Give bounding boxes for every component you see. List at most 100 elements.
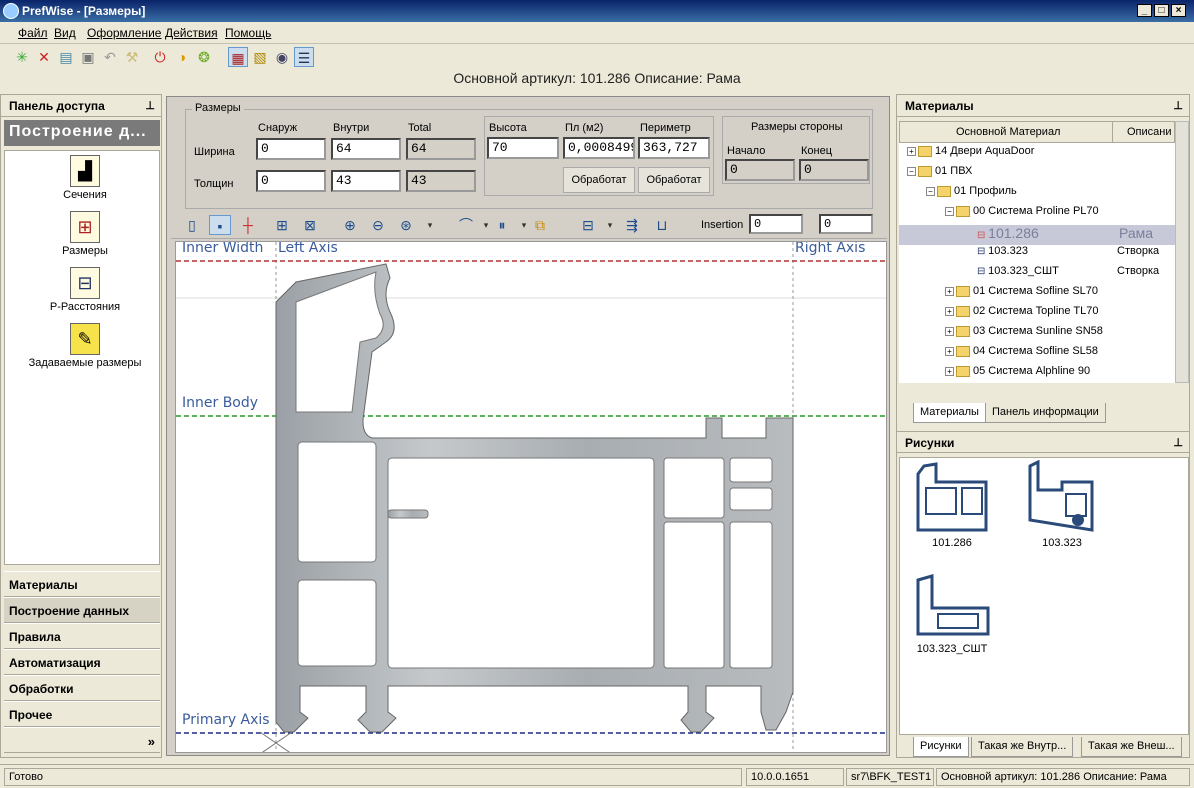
nav-automation[interactable]: Автоматизация — [4, 649, 160, 675]
distribute-icon[interactable]: ⊔ — [651, 215, 673, 235]
nav-rules[interactable]: Правила — [4, 623, 160, 649]
tab-same-inner[interactable]: Такая же Внутр... — [971, 737, 1074, 757]
tree-node[interactable]: −01 ПВХ — [907, 165, 1175, 185]
nav-more-chevron-icon[interactable]: » — [4, 727, 160, 753]
mirror-icon[interactable]: ⏸ — [491, 215, 513, 235]
row-width-label: Ширина — [194, 146, 235, 158]
expand-icon[interactable]: + — [945, 306, 954, 316]
picture-item[interactable]: 103.323_СШТ — [910, 574, 994, 655]
materials-pin-icon[interactable]: ⊥ — [1173, 99, 1183, 112]
col-description[interactable]: Описани — [1112, 122, 1172, 142]
dimension-diagonal-icon[interactable]: ⊠ — [299, 215, 321, 235]
collapse-icon[interactable]: − — [926, 186, 935, 196]
pin-icon[interactable]: ⊥ — [145, 99, 155, 112]
copy-icon[interactable]: ▤ — [56, 47, 76, 67]
sync-icon[interactable]: ❂ — [194, 47, 214, 67]
view-panel-icon[interactable]: ▦ — [228, 47, 248, 67]
save-icon[interactable]: ▣ — [78, 47, 98, 67]
menu-design[interactable]: Оформление — [87, 26, 161, 40]
refresh-icon[interactable]: ◑ — [172, 47, 192, 67]
curve-icon[interactable]: ⌒ — [455, 215, 477, 235]
measure-dropdown-icon[interactable]: ▾ — [599, 215, 621, 235]
zoom-dropdown-icon[interactable]: ▾ — [419, 215, 441, 235]
tree-node[interactable]: ⊟ 103.323 Створка — [899, 245, 1175, 265]
width-outside-field[interactable]: 0 — [256, 138, 326, 160]
tab-info-panel[interactable]: Панель информации — [985, 403, 1106, 423]
profile-thumbnail — [916, 574, 990, 636]
profile-thumbnail — [1028, 459, 1094, 532]
preview-icon[interactable]: ◉ — [272, 47, 292, 67]
item-sections[interactable]: ▟ Сечения — [8, 155, 162, 201]
tree-node[interactable]: ⊟ 103.323_СШТ Створка — [899, 265, 1175, 285]
tab-pictures[interactable]: Рисунки — [913, 737, 969, 757]
tree-node[interactable]: +01 Система Sofline SL70 — [945, 285, 1175, 305]
nav-data-building[interactable]: Построение данных — [4, 597, 160, 623]
tree-view-icon[interactable]: ☰ — [294, 47, 314, 67]
zoom-fit-icon[interactable]: ⊛ — [395, 215, 417, 235]
expand-icon[interactable]: + — [945, 286, 954, 296]
menu-view[interactable]: Вид — [54, 26, 76, 40]
expand-icon[interactable]: + — [907, 146, 916, 156]
expand-icon[interactable]: + — [945, 326, 954, 336]
tree-node[interactable]: −00 Система Proline PL70 — [945, 205, 1175, 225]
process-button-2[interactable]: Обработат — [638, 167, 710, 193]
area-field[interactable]: 0,00084995 — [563, 137, 635, 159]
picture-item[interactable]: 101.286 — [910, 462, 994, 549]
nav-other[interactable]: Прочее — [4, 701, 160, 727]
item-custom-dimensions[interactable]: ✎ Задаваемые размеры — [8, 323, 162, 369]
sections-icon: ▟ — [70, 155, 100, 187]
align-icon[interactable]: ⇶ — [621, 215, 643, 235]
tree-node[interactable]: +02 Система Topline TL70 — [945, 305, 1175, 325]
collapse-icon[interactable]: − — [907, 166, 916, 176]
measure-icon[interactable]: ⊟ — [577, 215, 599, 235]
page-icon[interactable]: ▯ — [181, 215, 203, 235]
tree-node[interactable]: +04 Система Sofline SL58 — [945, 345, 1175, 365]
minimize-button[interactable]: _ — [1137, 4, 1152, 17]
perimeter-field[interactable]: 363,727 — [638, 137, 710, 159]
image-icon[interactable]: ▧ — [250, 47, 270, 67]
delete-icon[interactable]: ✕ — [34, 47, 54, 67]
menu-actions[interactable]: Действия — [165, 26, 218, 40]
thickness-outside-field[interactable]: 0 — [256, 170, 326, 192]
tree-node-selected[interactable]: ⊟ 101.286 Рама — [899, 225, 1175, 245]
process-button-1[interactable]: Обработат — [563, 167, 635, 193]
nav-materials[interactable]: Материалы — [4, 571, 160, 597]
side-dimensions-title: Размеры стороны — [751, 121, 843, 133]
crosshair-icon[interactable]: ┼ — [237, 215, 259, 235]
insertion-field[interactable]: 0 — [749, 214, 803, 234]
close-button[interactable]: × — [1171, 4, 1186, 17]
tree-node[interactable]: +05 Система Alphline 90 — [945, 365, 1175, 383]
expand-icon[interactable]: + — [945, 346, 954, 356]
collapse-icon[interactable]: − — [945, 206, 954, 216]
zoom-in-icon[interactable]: ⊕ — [339, 215, 361, 235]
offset-field[interactable]: 0 — [819, 214, 873, 234]
menu-help[interactable]: Помощь — [225, 26, 271, 40]
item-r-distances[interactable]: ⊟ Р-Расстояния — [8, 267, 162, 313]
dimension-tool-icon[interactable]: ⊞ — [271, 215, 293, 235]
zoom-out-icon[interactable]: ⊖ — [367, 215, 389, 235]
tab-materials[interactable]: Материалы — [913, 403, 986, 423]
thickness-inside-field[interactable]: 43 — [331, 170, 401, 192]
select-segment-icon[interactable]: ▪ — [209, 215, 231, 235]
picture-item[interactable]: 103.323 — [1020, 459, 1104, 549]
tree-node[interactable]: +14 Двери AquaDoor — [907, 145, 1175, 165]
menu-file[interactable]: Файл — [18, 26, 48, 40]
undo-icon[interactable]: ↶ — [100, 47, 120, 67]
nav-processing[interactable]: Обработки — [4, 675, 160, 701]
expand-icon[interactable]: + — [945, 366, 954, 376]
height-field[interactable]: 70 — [487, 137, 559, 159]
profile-canvas[interactable]: Inner Width Left Axis Right Axis Inner B… — [175, 241, 887, 753]
tool-icon[interactable]: ⚒ — [122, 47, 142, 67]
tab-same-outer[interactable]: Такая же Внеш... — [1081, 737, 1182, 757]
tree-node[interactable]: −01 Профиль — [926, 185, 1175, 205]
new-icon[interactable]: ✳ — [12, 47, 32, 67]
width-inside-field[interactable]: 64 — [331, 138, 401, 160]
maximize-button[interactable]: □ — [1154, 4, 1169, 17]
stop-icon[interactable]: ⏻ — [150, 47, 170, 67]
tree-node[interactable]: +03 Система Sunline SN58 — [945, 325, 1175, 345]
pictures-pin-icon[interactable]: ⊥ — [1173, 436, 1183, 449]
item-dimensions[interactable]: ⊞ Размеры — [8, 211, 162, 257]
col-main-material[interactable]: Основной Материал — [956, 126, 1060, 138]
scale-icon[interactable]: ⧉ — [529, 215, 551, 235]
materials-scrollbar[interactable] — [1175, 121, 1189, 383]
